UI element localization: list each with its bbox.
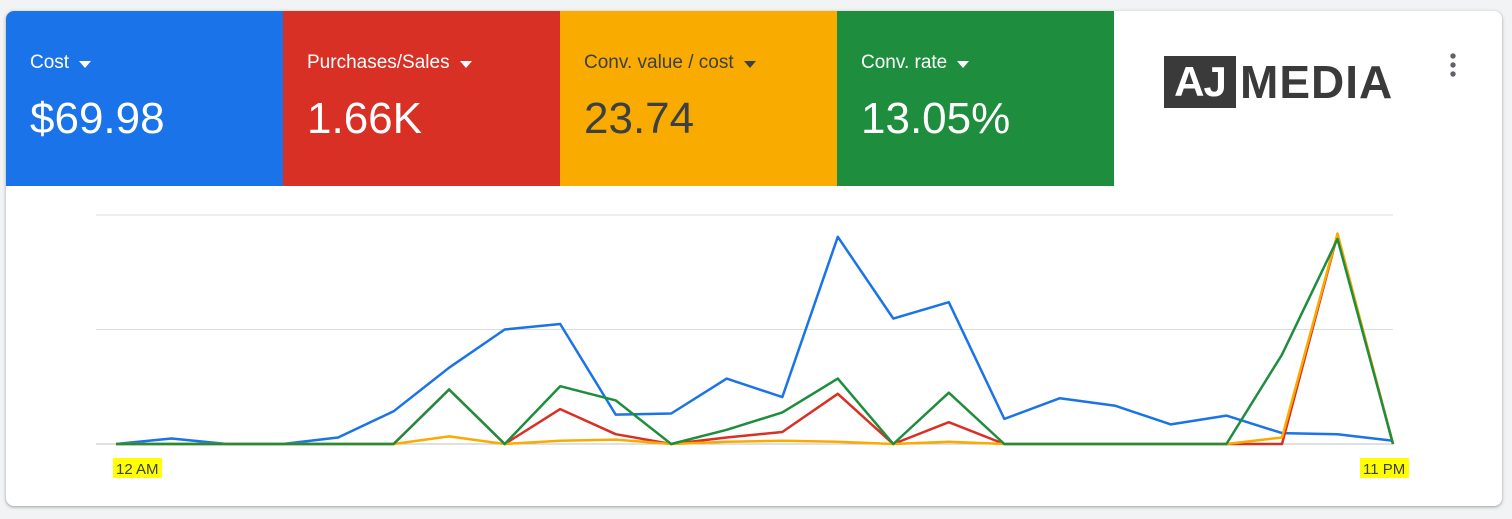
series-line-2 [116, 232, 1395, 446]
performance-card: Cost $69.98 Purchases/Sales 1.66K Conv. … [6, 11, 1502, 506]
x-axis-labels: 12 AM 11 PM [113, 458, 1409, 478]
x-tick-label: 12 AM [116, 461, 159, 478]
x-tick-label: 11 PM [1363, 461, 1405, 478]
series-lines [115, 232, 1395, 446]
series-line-1 [116, 233, 1395, 446]
series-line-0 [115, 235, 1394, 446]
grid-lines [96, 214, 1393, 445]
line-chart: 12 AM 11 PM [96, 214, 1409, 478]
series-line-3 [116, 237, 1395, 446]
